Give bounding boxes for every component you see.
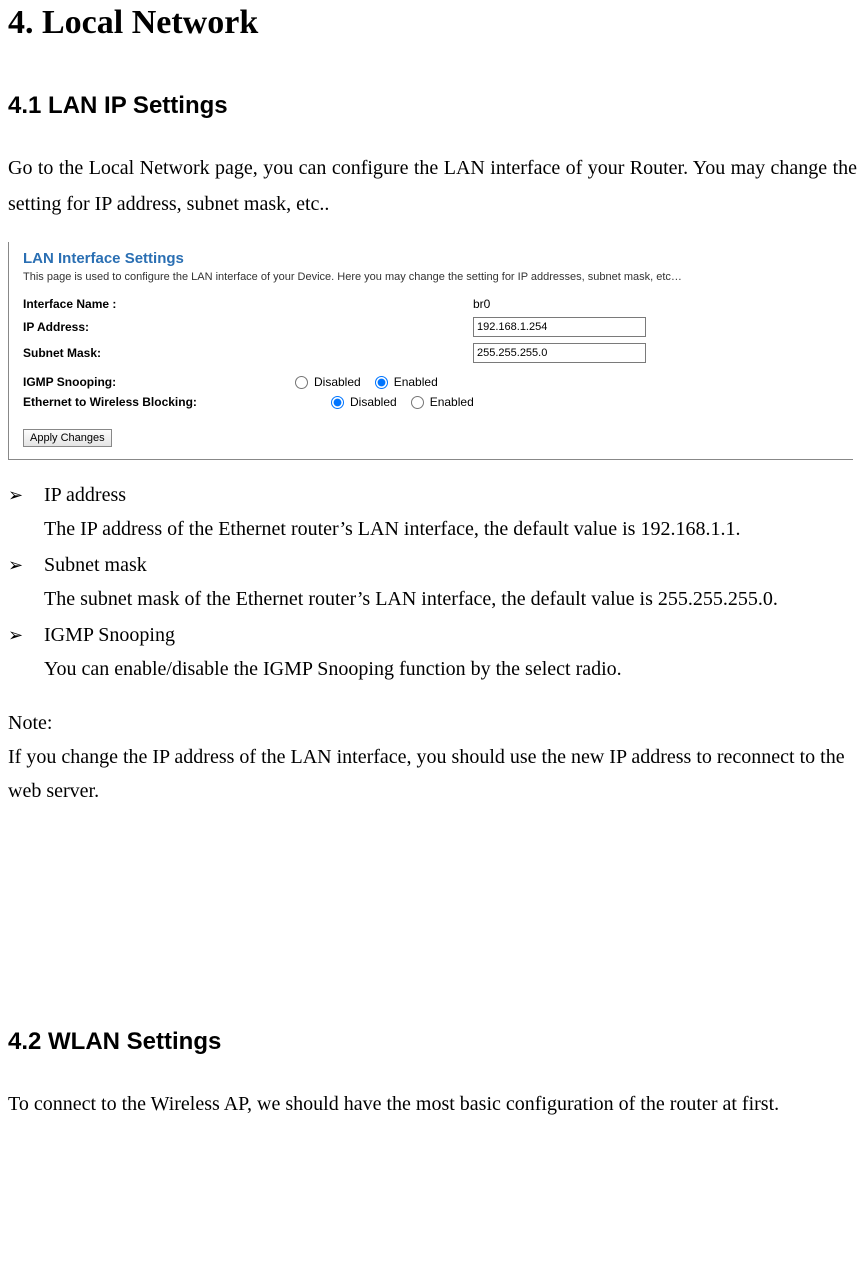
- bullet-title: Subnet mask: [44, 548, 857, 582]
- igmp-enabled-label: Enabled: [394, 375, 438, 389]
- eth-wireless-blocking-label: Ethernet to Wireless Blocking:: [23, 395, 273, 409]
- screenshot-description: This page is used to configure the LAN i…: [23, 271, 843, 283]
- subnet-mask-label: Subnet Mask:: [23, 346, 273, 360]
- interface-name-value: br0: [273, 297, 490, 311]
- section1-intro: Go to the Local Network page, you can co…: [8, 150, 857, 222]
- bullet-desc: The IP address of the Ethernet router’s …: [44, 512, 857, 546]
- ew-disabled-radio[interactable]: [331, 396, 344, 409]
- arrow-icon: ➢: [8, 618, 44, 686]
- lan-settings-screenshot: LAN Interface Settings This page is used…: [8, 242, 853, 460]
- list-item: ➢ IP address The IP address of the Ether…: [8, 478, 857, 546]
- screenshot-title: LAN Interface Settings: [23, 250, 843, 267]
- ew-enabled-radio[interactable]: [411, 396, 424, 409]
- ew-disabled-label: Disabled: [350, 395, 397, 409]
- section-heading-lan: 4.1 LAN IP Settings: [8, 92, 857, 120]
- ip-address-label: IP Address:: [23, 320, 273, 334]
- bullet-title: IGMP Snooping: [44, 618, 857, 652]
- bullet-title: IP address: [44, 478, 857, 512]
- page-title: 4. Local Network: [8, 4, 857, 42]
- list-item: ➢ IGMP Snooping You can enable/disable t…: [8, 618, 857, 686]
- note-label: Note:: [8, 706, 857, 740]
- note-text: If you change the IP address of the LAN …: [8, 740, 857, 808]
- interface-name-label: Interface Name :: [23, 297, 273, 311]
- igmp-snooping-label: IGMP Snooping:: [23, 375, 273, 389]
- section2-intro: To connect to the Wireless AP, we should…: [8, 1086, 857, 1122]
- igmp-disabled-radio[interactable]: [295, 376, 308, 389]
- section-heading-wlan: 4.2 WLAN Settings: [8, 1028, 857, 1056]
- bullet-desc: You can enable/disable the IGMP Snooping…: [44, 652, 857, 686]
- bullet-desc: The subnet mask of the Ethernet router’s…: [44, 582, 857, 616]
- igmp-disabled-label: Disabled: [314, 375, 361, 389]
- ip-address-input[interactable]: [473, 317, 646, 337]
- list-item: ➢ Subnet mask The subnet mask of the Eth…: [8, 548, 857, 616]
- igmp-enabled-radio[interactable]: [375, 376, 388, 389]
- parameter-list: ➢ IP address The IP address of the Ether…: [8, 478, 857, 686]
- ew-enabled-label: Enabled: [430, 395, 474, 409]
- apply-changes-button[interactable]: Apply Changes: [23, 429, 112, 447]
- arrow-icon: ➢: [8, 478, 44, 546]
- arrow-icon: ➢: [8, 548, 44, 616]
- subnet-mask-input[interactable]: [473, 343, 646, 363]
